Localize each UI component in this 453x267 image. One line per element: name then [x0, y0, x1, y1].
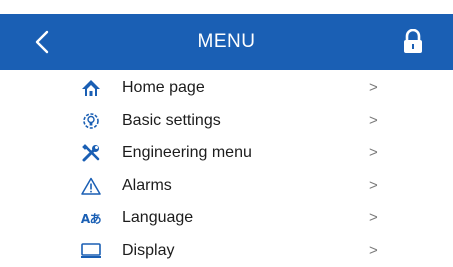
chevron-right-icon: >	[369, 105, 378, 138]
lock-icon	[402, 29, 424, 55]
chevron-right-icon: >	[369, 137, 378, 170]
home-icon	[80, 78, 102, 98]
display-icon	[80, 241, 102, 261]
chevron-right-icon: >	[369, 202, 378, 235]
menu-item-label: Language	[122, 202, 193, 235]
menu-item-home-page[interactable]: Home page >	[0, 72, 453, 105]
menu-item-display[interactable]: Display >	[0, 235, 453, 267]
warning-icon	[80, 176, 102, 196]
menu-item-language[interactable]: Aあ Language >	[0, 202, 453, 235]
page-title: MENU	[0, 14, 453, 70]
menu-item-label: Alarms	[122, 170, 172, 203]
tools-icon	[80, 143, 102, 163]
menu-item-alarms[interactable]: Alarms >	[0, 170, 453, 203]
chevron-right-icon: >	[369, 235, 378, 267]
menu-item-engineering-menu[interactable]: Engineering menu >	[0, 137, 453, 170]
menu-item-label: Basic settings	[122, 105, 221, 138]
menu-item-label: Home page	[122, 72, 205, 105]
lock-button[interactable]	[399, 28, 427, 56]
language-icon: Aあ	[80, 208, 102, 228]
bulb-settings-icon	[80, 111, 102, 131]
menu-item-label: Display	[122, 235, 174, 267]
menu-item-basic-settings[interactable]: Basic settings >	[0, 105, 453, 138]
header-bar: MENU	[0, 14, 453, 70]
menu-item-label: Engineering menu	[122, 137, 252, 170]
menu-list: Home page > Basic settings > Engineering…	[0, 72, 453, 267]
chevron-right-icon: >	[369, 72, 378, 105]
chevron-right-icon: >	[369, 170, 378, 203]
